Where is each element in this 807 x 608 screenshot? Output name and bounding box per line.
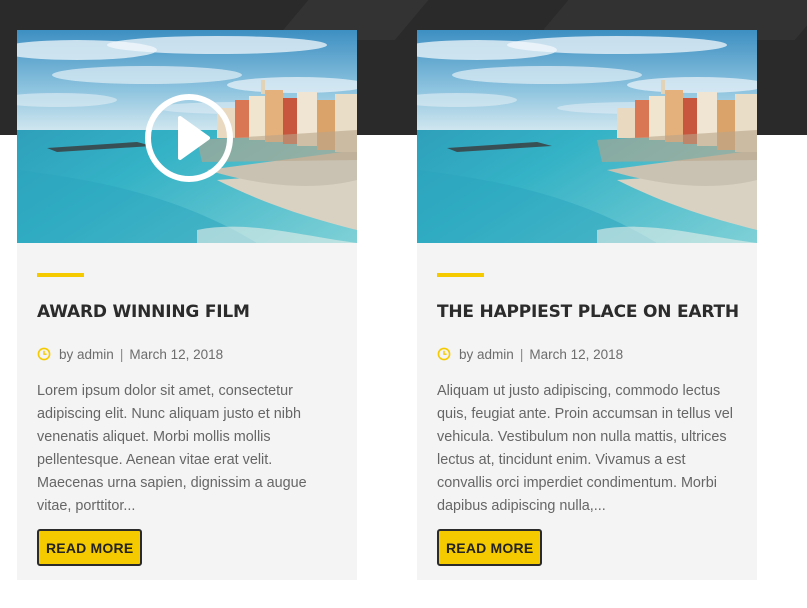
meta-date-link[interactable]: March 12, 2018: [129, 347, 223, 362]
post-video-thumbnail[interactable]: [17, 30, 357, 243]
meta-separator: |: [119, 346, 124, 362]
meta-by: by: [59, 346, 74, 362]
post-meta: by admin | March 12, 2018: [437, 345, 737, 363]
meta-author-link[interactable]: admin: [77, 347, 114, 362]
play-icon[interactable]: [144, 93, 234, 183]
clock-icon: [437, 347, 451, 361]
read-more-button[interactable]: READ MORE: [37, 529, 143, 566]
meta-author-link[interactable]: admin: [477, 347, 514, 362]
title-accent-bar: [37, 273, 84, 277]
clock-icon: [37, 347, 51, 361]
meta-separator: |: [519, 346, 524, 362]
post-excerpt: Lorem ipsum dolor sit amet, consectetur …: [37, 383, 307, 514]
blog-post-card: THE HAPPIEST PLACE ON EARTH by admin | M…: [417, 30, 757, 580]
post-meta: by admin | March 12, 2018: [37, 345, 337, 363]
post-excerpt: Aliquam ut justo adipiscing, commodo lec…: [437, 383, 733, 514]
blog-post-card: AWARD WINNING FILM by admin | March 12, …: [17, 30, 357, 580]
title-accent-bar: [437, 273, 484, 277]
meta-date-link[interactable]: March 12, 2018: [529, 347, 623, 362]
meta-by: by: [459, 346, 474, 362]
post-title[interactable]: THE HAPPIEST PLACE ON EARTH: [437, 301, 739, 323]
post-image-thumbnail[interactable]: [417, 30, 757, 243]
read-more-button[interactable]: READ MORE: [437, 529, 543, 566]
post-title[interactable]: AWARD WINNING FILM: [37, 301, 337, 323]
beach-image: [417, 30, 757, 243]
